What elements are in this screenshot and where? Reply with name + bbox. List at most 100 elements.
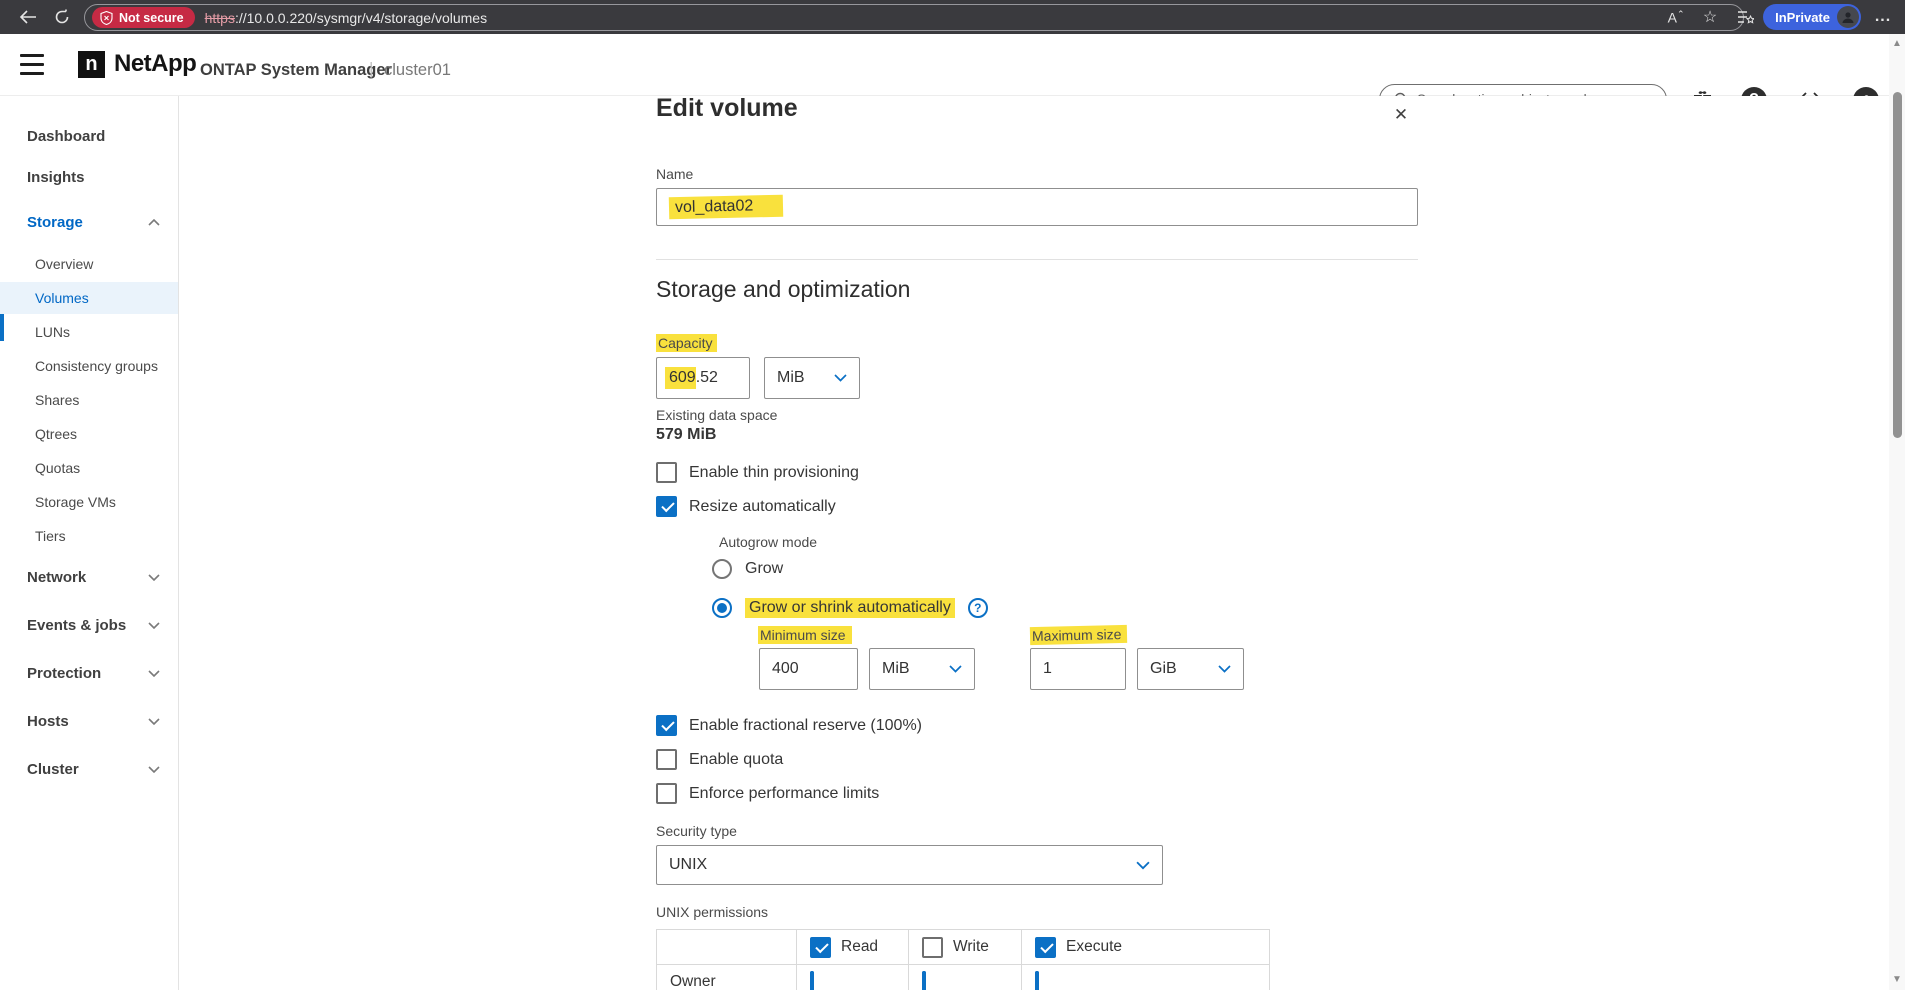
autogrow-mode-label: Autogrow mode: [719, 534, 817, 550]
execute-all-checkbox[interactable]: [1035, 937, 1056, 958]
browser-menu-icon[interactable]: ...: [1861, 0, 1905, 34]
chevron-down-icon: [834, 374, 847, 382]
grow-or-shrink-radio[interactable]: Grow or shrink automatically ?: [712, 598, 988, 618]
scroll-up-icon[interactable]: ▲: [1891, 38, 1903, 50]
enable-quota-checkbox[interactable]: Enable quota: [656, 749, 783, 770]
fractional-reserve-checkbox[interactable]: Enable fractional reserve (100%): [656, 715, 922, 736]
sidebar-item-luns[interactable]: LUNs: [0, 316, 178, 348]
section-title: Storage and optimization: [656, 276, 910, 303]
chevron-down-icon: [949, 665, 962, 673]
sidebar-item-quotas[interactable]: Quotas: [0, 452, 178, 484]
scrollbar-thumb[interactable]: [1893, 92, 1902, 438]
maximum-size-input[interactable]: 1: [1030, 648, 1126, 690]
sidebar-item-shares[interactable]: Shares: [0, 384, 178, 416]
checkbox[interactable]: [656, 462, 677, 483]
security-type-label: Security type: [656, 823, 737, 839]
scroll-down-icon[interactable]: ▼: [1891, 974, 1903, 986]
owner-write-checkbox[interactable]: [922, 971, 926, 990]
browser-refresh-button[interactable]: [48, 0, 76, 34]
screen: Not secure https://10.0.0.220/sysmgr/v4/…: [0, 0, 1905, 990]
thin-provisioning-checkbox[interactable]: Enable thin provisioning: [656, 462, 859, 483]
owner-read-checkbox[interactable]: [810, 971, 814, 990]
execute-header-cell: Execute: [1022, 930, 1270, 965]
close-icon[interactable]: ✕: [1388, 102, 1414, 128]
capacity-unit-dropdown[interactable]: MiB: [764, 357, 860, 399]
capacity-label: Capacity: [656, 334, 717, 352]
resize-automatically-checkbox[interactable]: Resize automatically: [656, 496, 836, 517]
chevron-down-icon: [1218, 665, 1231, 673]
performance-limits-checkbox[interactable]: Enforce performance limits: [656, 783, 879, 804]
inprivate-badge[interactable]: InPrivate: [1763, 4, 1861, 30]
name-label: Name: [656, 166, 693, 182]
sidebar-item-volumes[interactable]: Volumes: [0, 282, 178, 314]
sidebar-item-events-jobs[interactable]: Events & jobs: [0, 609, 178, 641]
page-scrollbar[interactable]: ▲ ▼: [1889, 34, 1905, 990]
capacity-input[interactable]: 609.52: [656, 357, 750, 399]
grow-radio[interactable]: Grow: [712, 559, 783, 579]
maximum-unit-dropdown[interactable]: GiB: [1137, 648, 1244, 690]
checkbox[interactable]: [656, 783, 677, 804]
sidebar-item-hosts[interactable]: Hosts: [0, 705, 178, 737]
unix-permissions-table: Read Write Execute Owner: [656, 929, 1270, 990]
sidebar-item-tiers[interactable]: Tiers: [0, 520, 178, 552]
collections-icon[interactable]: [1727, 0, 1763, 34]
sidebar-item-network[interactable]: Network: [0, 561, 178, 593]
checkbox[interactable]: [656, 749, 677, 770]
sidebar-item-qtrees[interactable]: Qtrees: [0, 418, 178, 450]
minimum-size-input[interactable]: 400: [759, 648, 858, 690]
url-rest: ://10.0.0.220/sysmgr/v4/storage/volumes: [235, 10, 487, 26]
not-secure-label: Not secure: [119, 11, 184, 25]
radio-button[interactable]: [712, 598, 732, 618]
chevron-down-icon: [148, 718, 160, 725]
sidebar-item-consistency-groups[interactable]: Consistency groups: [0, 350, 178, 382]
minimum-unit-dropdown[interactable]: MiB: [869, 648, 975, 690]
divider: [656, 259, 1418, 260]
url-scheme-struck: https: [205, 10, 235, 26]
unix-permissions-label: UNIX permissions: [656, 904, 768, 920]
title-separator: |: [369, 59, 373, 79]
owner-label-cell: Owner: [657, 965, 797, 990]
write-all-checkbox[interactable]: [922, 937, 943, 958]
sidebar-item-dashboard[interactable]: Dashboard: [0, 120, 178, 152]
url-text: https://10.0.0.220/sysmgr/v4/storage/vol…: [205, 10, 487, 26]
name-input[interactable]: vol_data02: [656, 188, 1418, 226]
table-header-row: Read Write Execute: [657, 930, 1270, 965]
chevron-down-icon: [148, 670, 160, 677]
read-header-cell: Read: [797, 930, 909, 965]
hamburger-menu-icon[interactable]: [20, 54, 44, 75]
netapp-logo: n NetApp: [78, 50, 196, 78]
inprivate-label: InPrivate: [1775, 10, 1830, 25]
main-content: Edit volume ✕ Name vol_data02 Storage an…: [180, 96, 1889, 990]
capacity-value-highlight: 609: [665, 367, 696, 389]
sidebar-item-storage[interactable]: Storage: [0, 206, 178, 238]
chevron-down-icon: [148, 574, 160, 581]
radio-button[interactable]: [712, 559, 732, 579]
checkbox[interactable]: [656, 496, 677, 517]
owner-execute-checkbox[interactable]: [1035, 971, 1039, 990]
sidebar-item-insights[interactable]: Insights: [0, 161, 178, 193]
edit-volume-dialog: Edit volume ✕ Name vol_data02 Storage an…: [656, 96, 1418, 990]
sidebar-nav: Dashboard Insights Storage Overview Volu…: [0, 96, 179, 990]
netapp-logo-text: NetApp: [114, 50, 196, 78]
minimum-size-label: Minimum size: [758, 626, 852, 644]
checkbox[interactable]: [656, 715, 677, 736]
table-row-owner: Owner: [657, 965, 1270, 990]
read-all-checkbox[interactable]: [810, 937, 831, 958]
security-type-dropdown[interactable]: UNIX: [656, 845, 1163, 885]
read-aloud-icon[interactable]: A⌃: [1659, 0, 1693, 34]
sidebar-item-protection[interactable]: Protection: [0, 657, 178, 689]
not-secure-badge[interactable]: Not secure: [92, 7, 195, 28]
chevron-up-icon: [148, 219, 160, 226]
existing-data-space-value: 579 MiB: [656, 426, 716, 444]
sidebar-item-storage-vms[interactable]: Storage VMs: [0, 486, 178, 518]
sidebar-item-cluster[interactable]: Cluster: [0, 753, 178, 785]
browser-back-button[interactable]: [14, 0, 42, 34]
sidebar-item-overview[interactable]: Overview: [0, 248, 178, 280]
netapp-logo-mark: n: [78, 51, 105, 78]
app-header: n NetApp ONTAP System Manager | cluster0…: [0, 34, 1905, 96]
capacity-value-suffix: .52: [696, 369, 718, 387]
help-tooltip-icon[interactable]: ?: [968, 598, 988, 618]
favorites-star-icon[interactable]: ☆: [1693, 0, 1727, 34]
name-value: vol_data02: [669, 195, 784, 220]
address-bar[interactable]: Not secure https://10.0.0.220/sysmgr/v4/…: [84, 4, 1744, 31]
